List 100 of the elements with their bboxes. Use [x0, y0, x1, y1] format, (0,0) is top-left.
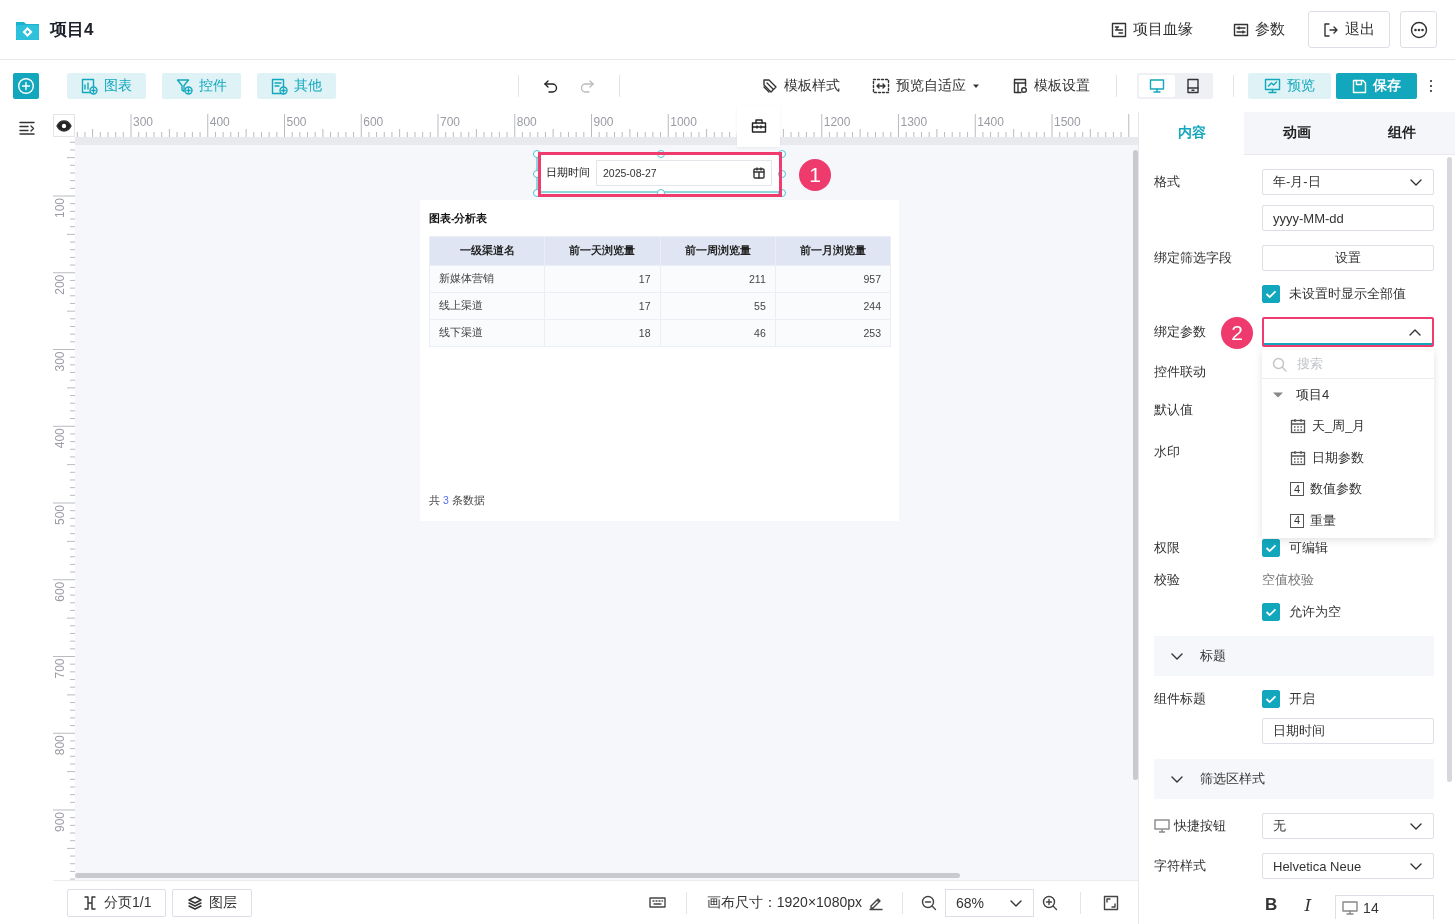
table-cell: 46: [660, 319, 776, 347]
logout-icon: [1323, 21, 1339, 38]
ruler-label: 600: [53, 581, 67, 602]
field-label: 控件联动: [1154, 363, 1206, 381]
layers-button[interactable]: 图层: [172, 888, 253, 917]
panel-tab[interactable]: 动画: [1244, 112, 1350, 155]
checkbox[interactable]: [1262, 603, 1280, 621]
lineage-link[interactable]: 项目血缘: [1111, 11, 1193, 48]
text-field[interactable]: 日期时间: [1262, 718, 1434, 744]
fit-screen-button[interactable]: [1103, 894, 1119, 911]
tree-item[interactable]: 项目4: [1262, 379, 1434, 411]
ruler-label: 900: [593, 115, 614, 129]
tree-item[interactable]: 日期参数: [1262, 442, 1434, 474]
select-field[interactable]: 年-月-日: [1262, 169, 1434, 195]
monitor-icon: [1264, 78, 1281, 94]
tree-item[interactable]: 4 重量: [1262, 505, 1434, 537]
panel-tab[interactable]: 组件: [1349, 112, 1455, 155]
ruler-label: 1200: [823, 115, 851, 129]
tree-item[interactable]: 4 数值参数: [1262, 473, 1434, 505]
field-label: 绑定筛选字段: [1154, 249, 1232, 267]
ruler-label: 1300: [900, 115, 928, 129]
field-label: 校验: [1154, 571, 1180, 589]
project-title: 项目4: [50, 19, 94, 41]
device-toggle[interactable]: [1139, 75, 1175, 97]
settings-button[interactable]: 设置: [1262, 245, 1434, 271]
date-label: 日期时间: [546, 166, 590, 180]
toolbar-button[interactable]: 模板设置: [1012, 77, 1090, 95]
pagination-button[interactable]: 分页1/1: [67, 888, 167, 917]
redo-icon: [579, 78, 595, 94]
column-header: 一级渠道名: [429, 236, 545, 266]
select-field[interactable]: Helvetica Neue: [1262, 853, 1434, 879]
field-label: 字符样式: [1154, 857, 1206, 875]
italic-button[interactable]: I: [1298, 894, 1336, 915]
table-cell: 244: [775, 292, 891, 320]
template-settings-icon: [1012, 78, 1028, 94]
toolbox-button[interactable]: [737, 105, 780, 147]
section-header[interactable]: 标题: [1154, 636, 1434, 676]
field-label: 水印: [1154, 443, 1180, 461]
section-header[interactable]: 筛选区样式: [1154, 759, 1434, 799]
field-label: 格式: [1154, 173, 1180, 191]
field-label: 组件标题: [1154, 690, 1206, 708]
select-field[interactable]: [1262, 317, 1434, 347]
undo-button[interactable]: [543, 78, 559, 94]
keyboard-button[interactable]: [648, 896, 666, 909]
visibility-button[interactable]: [53, 114, 75, 137]
callout-badge: 1: [799, 159, 831, 191]
ruler-label: 1400: [977, 115, 1004, 129]
select-field[interactable]: 无: [1262, 813, 1434, 839]
checkbox[interactable]: [1262, 285, 1280, 303]
caret-down-icon: [1272, 390, 1284, 399]
ruler-label: 300: [133, 115, 154, 129]
zoom-out-button[interactable]: [921, 894, 937, 911]
fit-width-icon: [872, 78, 890, 94]
field-label: 快捷按钮: [1174, 817, 1226, 835]
table-cell: 17: [544, 265, 660, 293]
table-cell: 18: [544, 319, 660, 347]
panel-scrollbar[interactable]: [1447, 157, 1452, 782]
table-cell: 线上渠道: [429, 292, 545, 320]
checkbox[interactable]: [1262, 690, 1280, 708]
ruler-label: 700: [53, 658, 67, 679]
number-type-icon: 4: [1290, 482, 1304, 497]
sliders-icon: [1233, 21, 1249, 38]
bold-button[interactable]: B: [1262, 894, 1299, 915]
horizontal-scrollbar[interactable]: [75, 873, 960, 878]
keyboard-icon: [648, 896, 666, 909]
vertical-scrollbar[interactable]: [1133, 150, 1138, 780]
eye-icon: [56, 119, 72, 132]
zoom-in-button[interactable]: [1042, 894, 1058, 911]
tablet-icon: [1186, 78, 1200, 94]
add-button[interactable]: [13, 73, 39, 99]
desktop-icon: [1149, 78, 1165, 94]
font-size-field[interactable]: 14: [1335, 895, 1434, 919]
checkbox[interactable]: [1262, 539, 1280, 557]
toolbar-button[interactable]: 模板样式: [762, 77, 840, 95]
callout-badge: 2: [1221, 317, 1253, 349]
table-cell: 957: [775, 265, 891, 293]
more-icon: [1409, 20, 1428, 39]
plus-circle-icon: [17, 77, 35, 95]
toolbar-button[interactable]: 预览自适应: [872, 77, 980, 95]
tree-item[interactable]: 天_周_月: [1262, 410, 1434, 442]
more-menu-button[interactable]: [1429, 78, 1433, 94]
text-field[interactable]: yyyy-MM-dd: [1262, 205, 1434, 231]
table-cell: 55: [660, 292, 776, 320]
more-button[interactable]: [1400, 11, 1437, 48]
ruler-label: 500: [286, 115, 307, 129]
date-input[interactable]: 2025-08-27: [596, 160, 772, 186]
field-label: 默认值: [1154, 401, 1193, 419]
floppy-icon: [1352, 78, 1367, 94]
field-value: 空值校验: [1262, 571, 1315, 589]
ruler-label: 900: [53, 812, 67, 833]
parameters-link[interactable]: 参数: [1233, 11, 1285, 48]
ruler-label: 500: [53, 505, 67, 526]
zoom-out-icon: [921, 894, 937, 911]
page-split-icon: [82, 894, 98, 911]
zoom-select[interactable]: 68%: [945, 888, 1034, 917]
outline-button[interactable]: [18, 120, 35, 136]
search-icon: [1272, 356, 1287, 372]
exit-button[interactable]: 退出: [1308, 11, 1390, 48]
record-count: 共 3 条数据: [429, 494, 485, 508]
ruler-label: 1000: [670, 115, 697, 129]
